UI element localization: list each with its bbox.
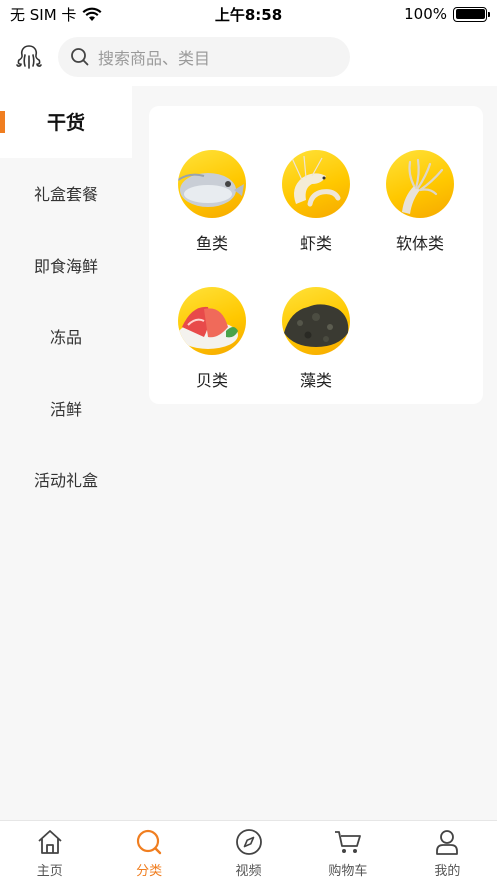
sidebar-item-label: 活鲜: [49, 399, 82, 419]
fish-image: [178, 150, 246, 218]
subcategory-label: 藻类: [299, 371, 332, 390]
compass-icon: [235, 829, 262, 855]
bottom-tab-bar: 主页 分类 视频 购物车 我的: [0, 820, 497, 883]
battery-icon: [453, 6, 490, 22]
category-sidebar: 干货 礼盒套餐 即食海鲜 冻品 活鲜 活动礼盒: [0, 86, 132, 820]
tab-profile[interactable]: 我的: [398, 821, 497, 883]
search-placeholder: 搜索商品、类目: [98, 49, 211, 68]
tab-category[interactable]: 分类: [99, 821, 198, 883]
search-header: 搜索商品、类目: [0, 28, 497, 86]
tab-video[interactable]: 视频: [199, 821, 298, 883]
wifi-icon: [82, 7, 102, 21]
tab-cart[interactable]: 购物车: [298, 821, 397, 883]
tab-label: 视频: [235, 864, 262, 879]
sidebar-item-live[interactable]: 活鲜: [0, 372, 132, 444]
subcategory-shrimp[interactable]: 虾类: [266, 150, 366, 254]
sidebar-item-ready-seafood[interactable]: 即食海鲜: [0, 229, 132, 301]
search-icon: [71, 48, 89, 66]
sidebar-item-label: 冻品: [49, 328, 82, 348]
category-content: 鱼类 虾类 软体类 贝类 藻类: [132, 86, 497, 820]
sidebar-item-frozen[interactable]: 冻品: [0, 301, 132, 373]
status-bar: 无 SIM 卡 上午8:58 100%: [0, 0, 497, 28]
subcategory-label: 虾类: [299, 234, 332, 253]
shrimp-image: [282, 150, 350, 218]
sidebar-item-label: 礼盒套餐: [33, 185, 98, 205]
subcategory-label: 贝类: [195, 371, 228, 390]
home-icon: [38, 830, 62, 854]
status-left: 无 SIM 卡: [10, 4, 102, 25]
sidebar-item-promo-gifts[interactable]: 活动礼盒: [0, 444, 132, 516]
sidebar-item-gift-sets[interactable]: 礼盒套餐: [0, 158, 132, 230]
sidebar-item-dried[interactable]: 干货: [0, 86, 132, 158]
shellfish-image: [178, 287, 246, 355]
tab-label: 购物车: [328, 864, 368, 879]
cart-icon: [334, 831, 361, 853]
battery-percent: 100%: [404, 5, 447, 23]
tab-label: 我的: [434, 864, 461, 879]
sidebar-item-label: 活动礼盒: [33, 471, 98, 491]
user-icon: [436, 830, 459, 855]
subcategory-seaweed[interactable]: 藻类: [266, 287, 366, 391]
category-page: 无 SIM 卡 上午8:58 100% 搜索商品、类目 干货 礼盒套餐 即食海鲜…: [0, 0, 497, 883]
subcategory-fish[interactable]: 鱼类: [162, 150, 262, 254]
octopus-logo-icon[interactable]: [14, 42, 44, 72]
status-right: 100%: [404, 5, 490, 23]
subcategory-shellfish[interactable]: 贝类: [162, 287, 262, 391]
sidebar-item-label: 干货: [46, 112, 85, 135]
squid-image: [386, 150, 454, 218]
subcategory-label: 软体类: [395, 234, 444, 253]
tab-home[interactable]: 主页: [0, 821, 99, 883]
subcategory-card: 鱼类 虾类 软体类 贝类 藻类: [149, 106, 483, 404]
subcategory-squid[interactable]: 软体类: [370, 150, 470, 254]
subcategory-label: 鱼类: [195, 234, 228, 253]
carrier-label: 无 SIM 卡: [10, 5, 77, 24]
tab-label: 主页: [36, 864, 63, 879]
search-input[interactable]: 搜索商品、类目: [58, 37, 350, 77]
tab-label: 分类: [136, 864, 163, 879]
sidebar-item-label: 即食海鲜: [33, 256, 98, 276]
seaweed-image: [282, 287, 350, 355]
category-search-icon: [137, 829, 162, 855]
